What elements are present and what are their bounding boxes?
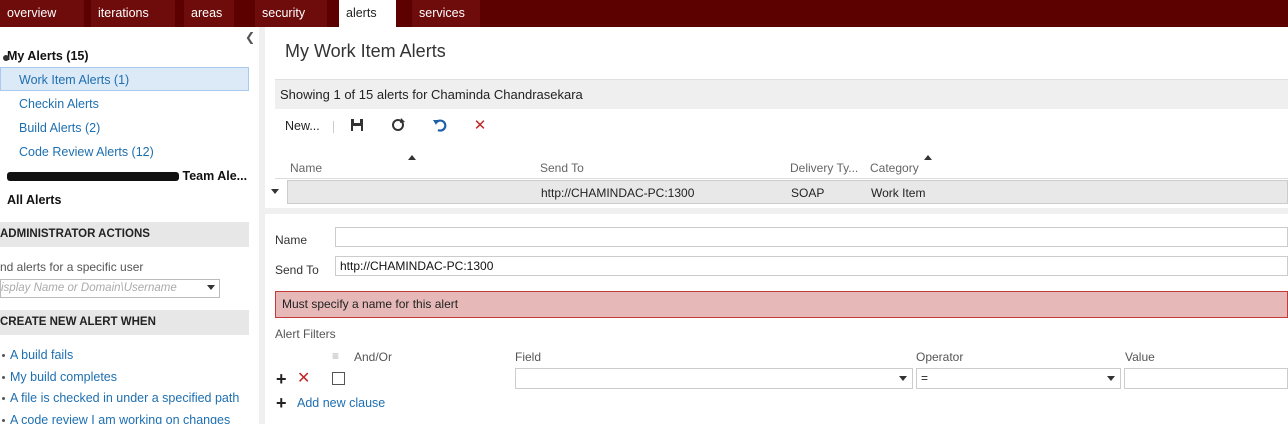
tree-node-icon [3,55,9,61]
tree-my-alerts[interactable]: My Alerts (15) [3,49,89,63]
bullet-icon [2,397,5,400]
tree-team-alerts[interactable]: Team Ale... [7,169,247,183]
send-to-field[interactable]: http://CHAMINDAC-PC:1300 [335,256,1288,276]
create-link-code-review[interactable]: A code review I am working on changes [10,413,230,424]
undo-icon[interactable] [431,117,449,135]
bullet-icon [2,354,5,357]
tree-all-alerts[interactable]: All Alerts [7,193,61,207]
create-link-file-checked-in[interactable]: A file is checked in under a specified p… [10,391,239,405]
save-icon[interactable] [348,117,366,135]
sort-ascending-icon [408,155,416,160]
main-pane: My Work Item Alerts Showing 1 of 15 aler… [265,27,1288,424]
column-send-to[interactable]: Send To [540,161,584,175]
sort-ascending-icon [924,155,932,160]
tab-security[interactable]: security [255,0,327,27]
send-to-label: Send To [275,263,319,277]
chevron-down-icon[interactable] [1107,376,1115,381]
create-alert-header: CREATE NEW ALERT WHEN [0,310,249,335]
alerts-count-bar: Showing 1 of 15 alerts for Chaminda Chan… [275,79,1288,109]
andor-header: And/Or [354,350,393,364]
add-new-clause-icon[interactable]: + [276,394,287,412]
row-expand-icon[interactable] [271,189,279,194]
alerts-toolbar: New... ✕ [275,113,1288,141]
column-name[interactable]: Name [290,161,322,175]
bullet-icon [2,376,5,379]
group-clauses-icon[interactable]: ≡ [332,349,339,363]
table-row[interactable]: http://CHAMINDAC-PC:1300 SOAP Work Item [287,180,1288,204]
create-link-build-completes[interactable]: My build completes [10,370,117,384]
chevron-down-icon[interactable] [899,376,907,381]
new-alert-button[interactable]: New... [285,119,320,133]
tab-services[interactable]: services [412,0,480,27]
toolbar-separator [333,121,334,133]
admin-actions-text: nd alerts for a specific user [0,260,144,274]
tab-overview[interactable]: overview [0,0,84,27]
cell-category: Work Item [871,186,926,200]
top-navigation: overview iterations areas security alert… [0,0,1288,27]
left-pane: ❮ My Alerts (15) Work Item Alerts (1) Ch… [0,27,259,424]
tree-my-alerts-label: My Alerts (15) [7,49,89,63]
operator-select[interactable]: = [916,368,1121,389]
alert-filters-title: Alert Filters [275,327,336,341]
field-select[interactable] [515,368,913,389]
validation-error: Must specify a name for this alert [275,291,1288,318]
value-input[interactable] [1124,368,1288,389]
user-search-placeholder: isplay Name or Domain\Username [1,282,177,294]
cell-delivery-type: SOAP [791,186,825,200]
sidebar-item-checkin-alerts[interactable]: Checkin Alerts [19,97,99,111]
field-header: Field [515,350,542,364]
collapse-pane-icon[interactable]: ❮ [245,30,255,44]
tab-iterations[interactable]: iterations [91,0,175,27]
value-header: Value [1125,350,1155,364]
tab-areas[interactable]: areas [184,0,234,27]
bullet-icon [2,419,5,422]
remove-clause-icon[interactable]: ✕ [297,370,310,388]
chevron-down-icon[interactable] [207,285,215,290]
page-title: My Work Item Alerts [285,41,446,61]
tree-team-alerts-label: Team Ale... [182,169,248,183]
name-field[interactable] [335,227,1288,247]
redacted-scribble [7,172,179,182]
add-clause-icon[interactable]: + [276,370,287,388]
add-new-clause-link[interactable]: Add new clause [297,396,385,410]
operator-selected-value: = [921,371,929,385]
delete-icon[interactable]: ✕ [471,117,489,135]
user-search-input[interactable]: isplay Name or Domain\Username [0,279,220,298]
create-link-build-fails[interactable]: A build fails [10,348,73,362]
refresh-icon[interactable] [389,117,407,135]
operator-header: Operator [916,350,964,364]
sidebar-item-build-alerts[interactable]: Build Alerts (2) [19,121,100,135]
column-category[interactable]: Category [870,161,919,175]
section-divider [265,208,1288,214]
admin-actions-header: ADMINISTRATOR ACTIONS [0,222,249,247]
column-delivery-type[interactable]: Delivery Ty... [790,161,858,175]
alerts-grid-header: Name Send To Delivery Ty... Category [275,153,1288,179]
tree-all-alerts-label: All Alerts [7,193,62,207]
cell-send-to: http://CHAMINDAC-PC:1300 [541,186,695,200]
tab-alerts[interactable]: alerts [339,0,396,27]
andor-checkbox[interactable] [332,372,345,385]
name-label: Name [275,233,308,247]
sidebar-item-work-item-alerts[interactable]: Work Item Alerts (1) [19,73,129,87]
sidebar-item-code-review-alerts[interactable]: Code Review Alerts (12) [19,145,154,159]
